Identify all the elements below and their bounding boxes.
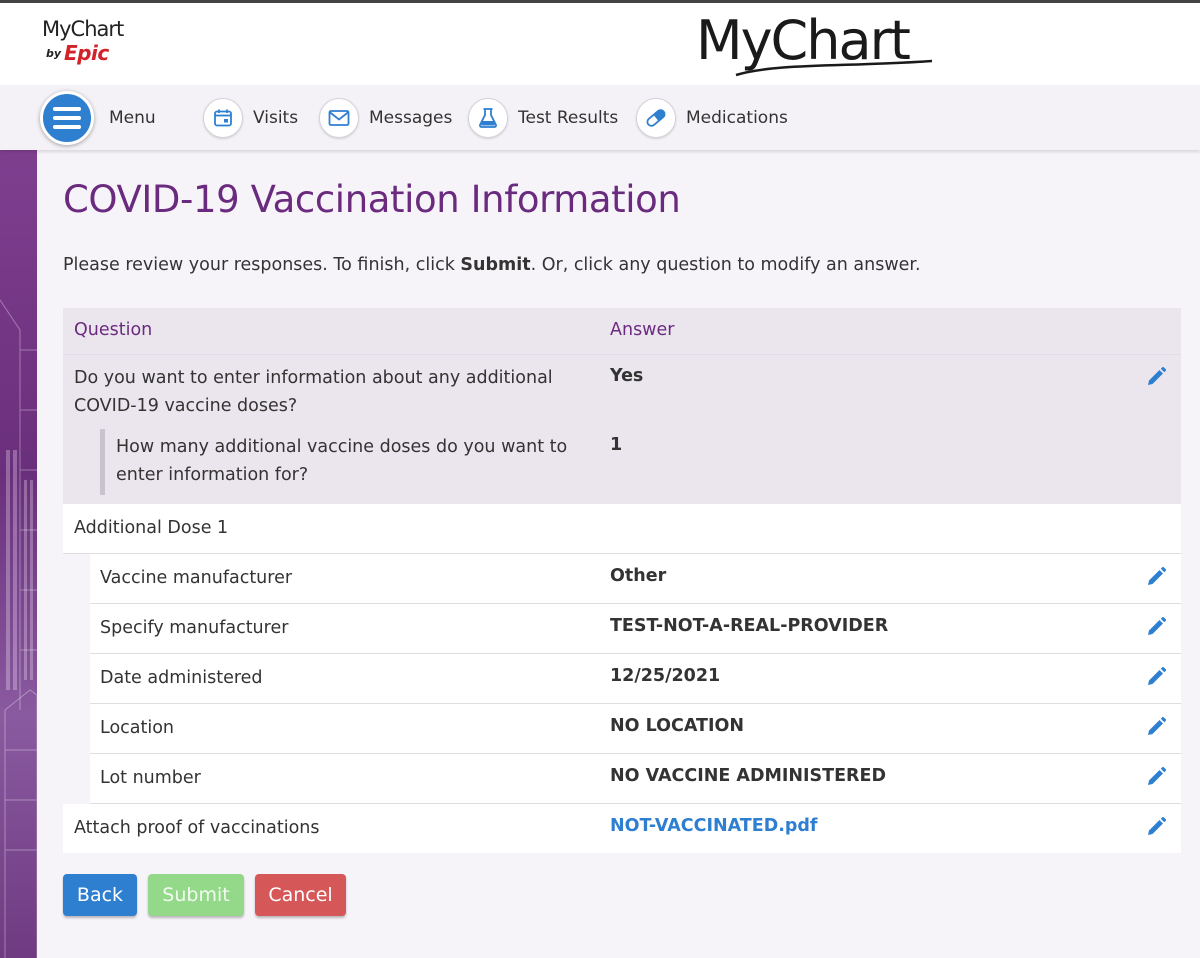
question-text[interactable]: Date administered	[100, 664, 263, 692]
pencil-edit-icon[interactable]	[1145, 366, 1167, 388]
answer-text: NO VACCINE ADMINISTERED	[610, 766, 887, 786]
back-button[interactable]: Back	[63, 874, 137, 916]
logo-by-text: by	[46, 47, 62, 60]
nav-item-label: Medications	[686, 107, 788, 128]
table-row[interactable]: Vaccine manufacturer Other	[90, 554, 1181, 604]
question-text[interactable]: Specify manufacturer	[100, 614, 288, 642]
decorative-side-banner	[0, 150, 37, 958]
attached-file-link[interactable]: NOT-VACCINATED.pdf	[610, 816, 818, 836]
pencil-edit-icon[interactable]	[1145, 566, 1167, 588]
main-navigation: Menu Visits Messages Test Results Medica…	[0, 85, 1200, 150]
header: MyChart by Epic MyChart	[0, 3, 1200, 85]
table-row[interactable]: Date administered 12/25/2021	[90, 654, 1181, 704]
logo-epic-text: Epic	[64, 41, 109, 65]
submit-button[interactable]: Submit	[148, 874, 244, 916]
answer-column-header: Answer	[610, 320, 675, 340]
hamburger-menu-icon	[40, 90, 94, 145]
question-text[interactable]: Attach proof of vaccinations	[74, 814, 320, 842]
table-header: Question Answer	[63, 308, 1181, 354]
pencil-edit-icon[interactable]	[1145, 716, 1167, 738]
mychart-by-epic-logo[interactable]: MyChart by Epic	[40, 15, 140, 75]
responses-table: Question Answer Do you want to enter inf…	[63, 308, 1181, 853]
pencil-edit-icon[interactable]	[1145, 666, 1167, 688]
pencil-edit-icon[interactable]	[1145, 816, 1167, 838]
dose-heading-text: Additional Dose 1	[74, 518, 229, 538]
instructions-text-end: . Or, click any question to modify an an…	[530, 255, 921, 275]
attach-proof-row[interactable]: Attach proof of vaccinations NOT-VACCINA…	[63, 804, 1181, 853]
dose-section-heading: Additional Dose 1	[63, 504, 1181, 554]
instructions-text-start: Please review your responses. To finish,…	[63, 255, 461, 275]
menu-label: Menu	[109, 107, 156, 128]
pill-icon	[636, 97, 676, 138]
answer-text: NO LOCATION	[610, 716, 745, 736]
page-title: COVID-19 Vaccination Information	[63, 178, 681, 221]
logo-mychart-text: MyChart	[42, 17, 124, 41]
answer-text: Other	[610, 566, 667, 586]
question-column-header: Question	[74, 320, 153, 340]
question-text[interactable]: Vaccine manufacturer	[100, 564, 292, 592]
nav-item-label: Visits	[253, 107, 299, 128]
instructions-submit-keyword: Submit	[460, 255, 531, 275]
answer-text: TEST-NOT-A-REAL-PROVIDER	[610, 616, 889, 636]
flask-icon	[468, 97, 508, 138]
subquestion-answer-text: 1	[610, 435, 623, 455]
question-text[interactable]: Location	[100, 714, 174, 742]
logo-swoosh-icon	[735, 59, 933, 77]
nav-item-medications[interactable]: Medications	[636, 85, 788, 150]
question-text[interactable]: Lot number	[100, 764, 201, 792]
nav-item-label: Messages	[369, 107, 453, 128]
pencil-edit-icon[interactable]	[1145, 766, 1167, 788]
nav-item-messages[interactable]: Messages	[319, 85, 452, 150]
subquestion-text[interactable]: How many additional vaccine doses do you…	[116, 433, 586, 489]
answer-text: Yes	[610, 366, 644, 386]
instructions-text: Please review your responses. To finish,…	[63, 255, 921, 275]
envelope-icon	[319, 97, 359, 138]
nav-item-label: Test Results	[518, 107, 619, 128]
mychart-logo: MyChart	[696, 9, 946, 81]
calendar-icon	[203, 97, 243, 138]
table-row[interactable]: Specify manufacturer TEST-NOT-A-REAL-PRO…	[90, 604, 1181, 654]
pencil-edit-icon[interactable]	[1145, 616, 1167, 638]
question-text[interactable]: Do you want to enter information about a…	[74, 364, 574, 420]
table-row[interactable]: Location NO LOCATION	[90, 704, 1181, 754]
nav-item-test-results[interactable]: Test Results	[468, 85, 618, 150]
subquestion-indent-bar	[100, 429, 105, 495]
additional-doses-question-group[interactable]: Do you want to enter information about a…	[63, 354, 1181, 504]
table-row[interactable]: Lot number NO VACCINE ADMINISTERED	[90, 754, 1181, 804]
answer-text: 12/25/2021	[610, 666, 721, 686]
menu-button[interactable]: Menu	[40, 85, 156, 150]
cancel-button[interactable]: Cancel	[255, 874, 346, 916]
nav-item-visits[interactable]: Visits	[203, 85, 298, 150]
